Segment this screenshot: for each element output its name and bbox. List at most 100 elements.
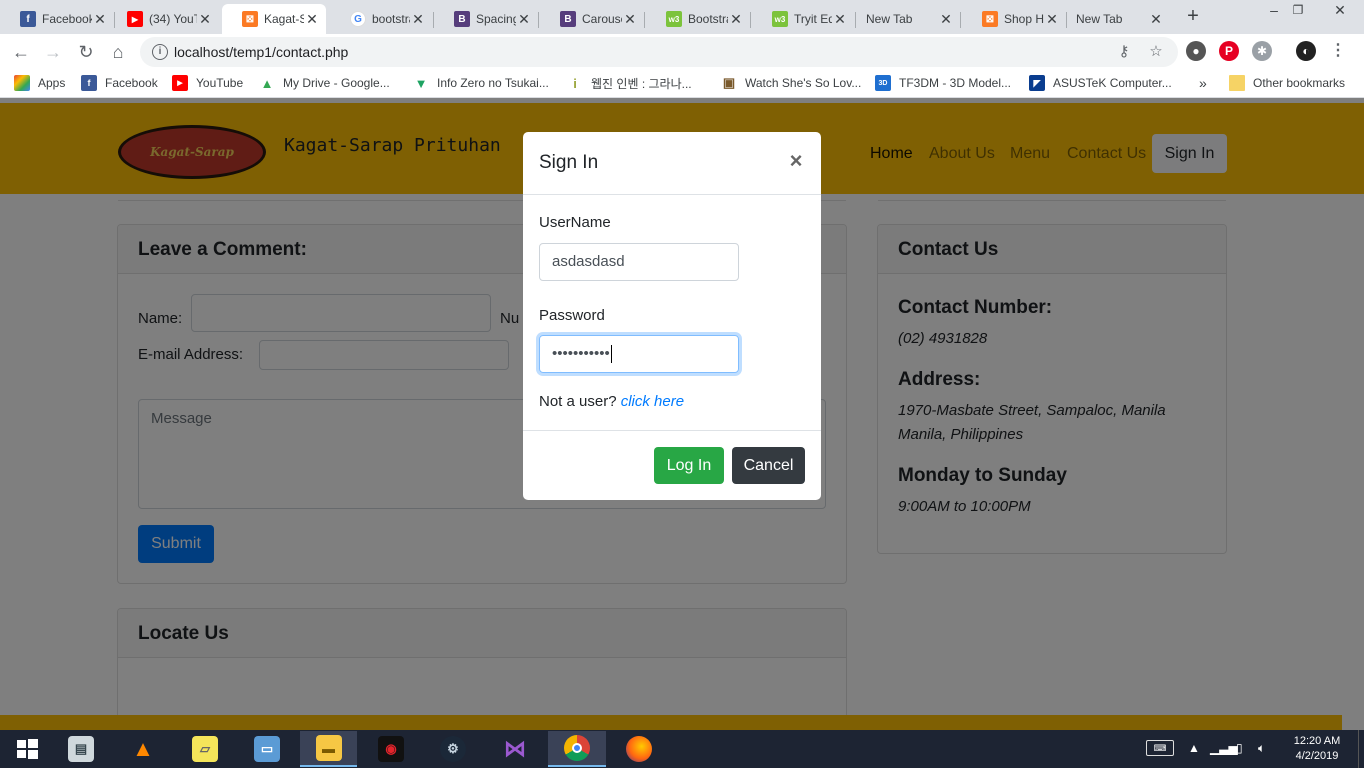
taskbar-garena[interactable]: ◉ xyxy=(364,731,418,767)
close-tab-icon[interactable]: ✕ xyxy=(197,11,213,28)
close-tab-icon[interactable]: ✕ xyxy=(304,11,320,28)
start-button[interactable] xyxy=(0,731,54,767)
clock-date: 4/2/2019 xyxy=(1295,750,1339,762)
system-clock[interactable]: 12:20 AM 4/2/2019 xyxy=(1285,734,1349,764)
close-tab-icon[interactable]: ✕ xyxy=(516,11,532,28)
taskbar-task-manager[interactable]: ▤ xyxy=(54,731,108,767)
window-close-icon[interactable]: ✕ xyxy=(1330,2,1350,19)
pinterest-icon[interactable]: P xyxy=(1219,41,1239,61)
bookmark-star-icon[interactable]: ☆ xyxy=(1146,42,1166,62)
apps-icon xyxy=(14,75,30,91)
close-tab-icon[interactable]: ✕ xyxy=(92,11,108,28)
close-tab-icon[interactable]: ✕ xyxy=(1148,11,1164,28)
tab-shop-hub[interactable]: ⊠ Shop Hub ✕ xyxy=(962,4,1066,34)
username-label: UserName xyxy=(539,214,611,231)
chevron-right-icon[interactable]: » xyxy=(1199,75,1207,91)
address-bar[interactable]: i localhost/temp1/contact.php ⚷ ☆ xyxy=(140,37,1178,67)
restore-icon[interactable]: ❐ xyxy=(1288,3,1308,17)
forward-icon[interactable]: → xyxy=(42,41,64,63)
reload-icon[interactable]: ↻ xyxy=(75,41,97,63)
volume-icon[interactable]: 🔈︎ xyxy=(1258,741,1265,756)
bookmark-youtube[interactable]: ▶ YouTube xyxy=(172,75,243,91)
close-tab-icon[interactable]: ✕ xyxy=(410,11,426,28)
network-icon[interactable]: ▁▃▅ xyxy=(1210,741,1238,755)
close-tab-icon[interactable]: ✕ xyxy=(622,11,638,28)
show-desktop-button[interactable] xyxy=(1358,730,1364,768)
tab-youtube[interactable]: ▶ (34) YouTube ✕ xyxy=(107,4,219,34)
puzzle-extension-icon[interactable]: ✱ xyxy=(1252,41,1272,61)
web-page: Kagat-Sarap Kagat-Sarap Prituhan Home Ab… xyxy=(0,98,1364,730)
modal-title: Sign In xyxy=(539,152,599,173)
key-icon[interactable]: ⚷ xyxy=(1114,42,1134,62)
taskbar-vlc[interactable]: ▲ xyxy=(116,731,170,767)
register-link[interactable]: click here xyxy=(621,393,684,410)
bookmark-inven[interactable]: i 웹진 인벤 : 그라나... xyxy=(567,75,692,92)
bookmark-watch[interactable]: ▣ Watch She's So Lov... xyxy=(721,75,861,91)
tab-carousel[interactable]: B Carousel ✕ xyxy=(540,4,644,34)
bookmark-drive[interactable]: ▲ My Drive - Google... xyxy=(259,75,390,91)
bookmark-facebook[interactable]: f Facebook xyxy=(81,75,158,91)
keyboard-icon[interactable]: ⌨ xyxy=(1146,740,1174,756)
tab-facebook[interactable]: f Facebook ✕ xyxy=(0,4,114,34)
close-tab-icon[interactable]: ✕ xyxy=(832,11,848,28)
youtube-icon: ▶ xyxy=(172,75,188,91)
windows-icon xyxy=(17,739,38,759)
close-tab-icon[interactable]: ✕ xyxy=(1044,11,1060,28)
bookmark-info-zero[interactable]: ▼ Info Zero no Tsukai... xyxy=(413,75,549,91)
asus-icon: ◤ xyxy=(1029,75,1045,91)
modal-footer-divider xyxy=(523,430,821,431)
new-tab-button[interactable]: + xyxy=(1182,6,1204,28)
bookmark-apps[interactable]: Apps xyxy=(14,75,65,91)
folder-icon: ▬ xyxy=(315,735,342,761)
taskbar-visual-studio[interactable]: ⋈ xyxy=(488,731,542,767)
taskbar-window[interactable]: ▭ xyxy=(240,731,294,767)
log-in-button[interactable]: Log In xyxy=(654,447,724,484)
bookmarks-bar: Apps f Facebook ▶ YouTube ▲ My Drive - G… xyxy=(0,70,1364,98)
taskbar-sticky-notes[interactable]: ▱ xyxy=(178,731,232,767)
xampp-icon: ⊠ xyxy=(982,11,998,27)
drive-icon: ▲ xyxy=(259,75,275,91)
tab-new-2[interactable]: New Tab ✕ xyxy=(1062,4,1170,34)
facebook-icon: f xyxy=(81,75,97,91)
tf3dm-icon: 3D xyxy=(875,75,891,91)
visual-studio-icon: ⋈ xyxy=(504,736,526,761)
steam-icon: ⚙ xyxy=(440,736,466,762)
taskbar-firefox[interactable] xyxy=(612,731,666,767)
bookmark-asus[interactable]: ◤ ASUSTeK Computer... xyxy=(1029,75,1172,91)
bookmark-tf3dm[interactable]: 3D TF3DM - 3D Model... xyxy=(875,75,1011,91)
tab-separator xyxy=(960,12,961,28)
info-icon[interactable]: i xyxy=(152,44,168,60)
minimize-icon[interactable]: – xyxy=(1264,2,1284,18)
taskbar-chrome[interactable] xyxy=(548,731,606,767)
taskbar-file-explorer[interactable]: ▬ xyxy=(300,731,357,767)
tab-tryit[interactable]: w3 Tryit Editor ✕ xyxy=(752,4,854,34)
tab-separator xyxy=(538,12,539,28)
tab-bootstrap-search[interactable]: G bootstrap ✕ xyxy=(330,4,432,34)
tab-bootstrap-w3[interactable]: w3 Bootstrap ✕ xyxy=(646,4,750,34)
password-input[interactable]: ••••••••••• xyxy=(539,335,739,373)
w3schools-icon: w3 xyxy=(772,11,788,27)
tab-spacing[interactable]: B Spacing ✕ xyxy=(434,4,538,34)
browser-toolbar: ← → ↻ ⌂ i localhost/temp1/contact.php ⚷ … xyxy=(0,34,1364,70)
modal-close-icon[interactable]: × xyxy=(785,149,807,173)
close-tab-icon[interactable]: ✕ xyxy=(938,11,954,28)
menu-dots-icon[interactable]: ⋮ xyxy=(1328,41,1348,61)
home-icon[interactable]: ⌂ xyxy=(107,41,129,63)
inven-icon: i xyxy=(567,75,583,92)
username-input[interactable]: asdasdasd xyxy=(539,243,739,281)
extension-icon[interactable]: ● xyxy=(1186,41,1206,61)
profile-avatar[interactable]: ◐ xyxy=(1296,41,1316,61)
close-tab-icon[interactable]: ✕ xyxy=(728,11,744,28)
vlc-cone-icon: ▲ xyxy=(132,736,154,761)
not-user-text: Not a user? click here xyxy=(539,393,685,410)
bookmark-other[interactable]: Other bookmarks xyxy=(1229,75,1345,91)
garena-icon: ◉ xyxy=(378,736,404,762)
password-label: Password xyxy=(539,307,605,324)
back-icon[interactable]: ← xyxy=(10,41,32,63)
cancel-button[interactable]: Cancel xyxy=(732,447,805,484)
tray-expand-icon[interactable]: ▲ xyxy=(1188,741,1200,755)
tab-new-1[interactable]: New Tab ✕ xyxy=(852,4,960,34)
tab-kagat-sarap[interactable]: ⊠ Kagat-Sarap Prituhan ✕ xyxy=(222,4,326,34)
taskbar-steam[interactable]: ⚙ xyxy=(426,731,480,767)
battery-icon[interactable]: ▯ xyxy=(1236,741,1243,755)
